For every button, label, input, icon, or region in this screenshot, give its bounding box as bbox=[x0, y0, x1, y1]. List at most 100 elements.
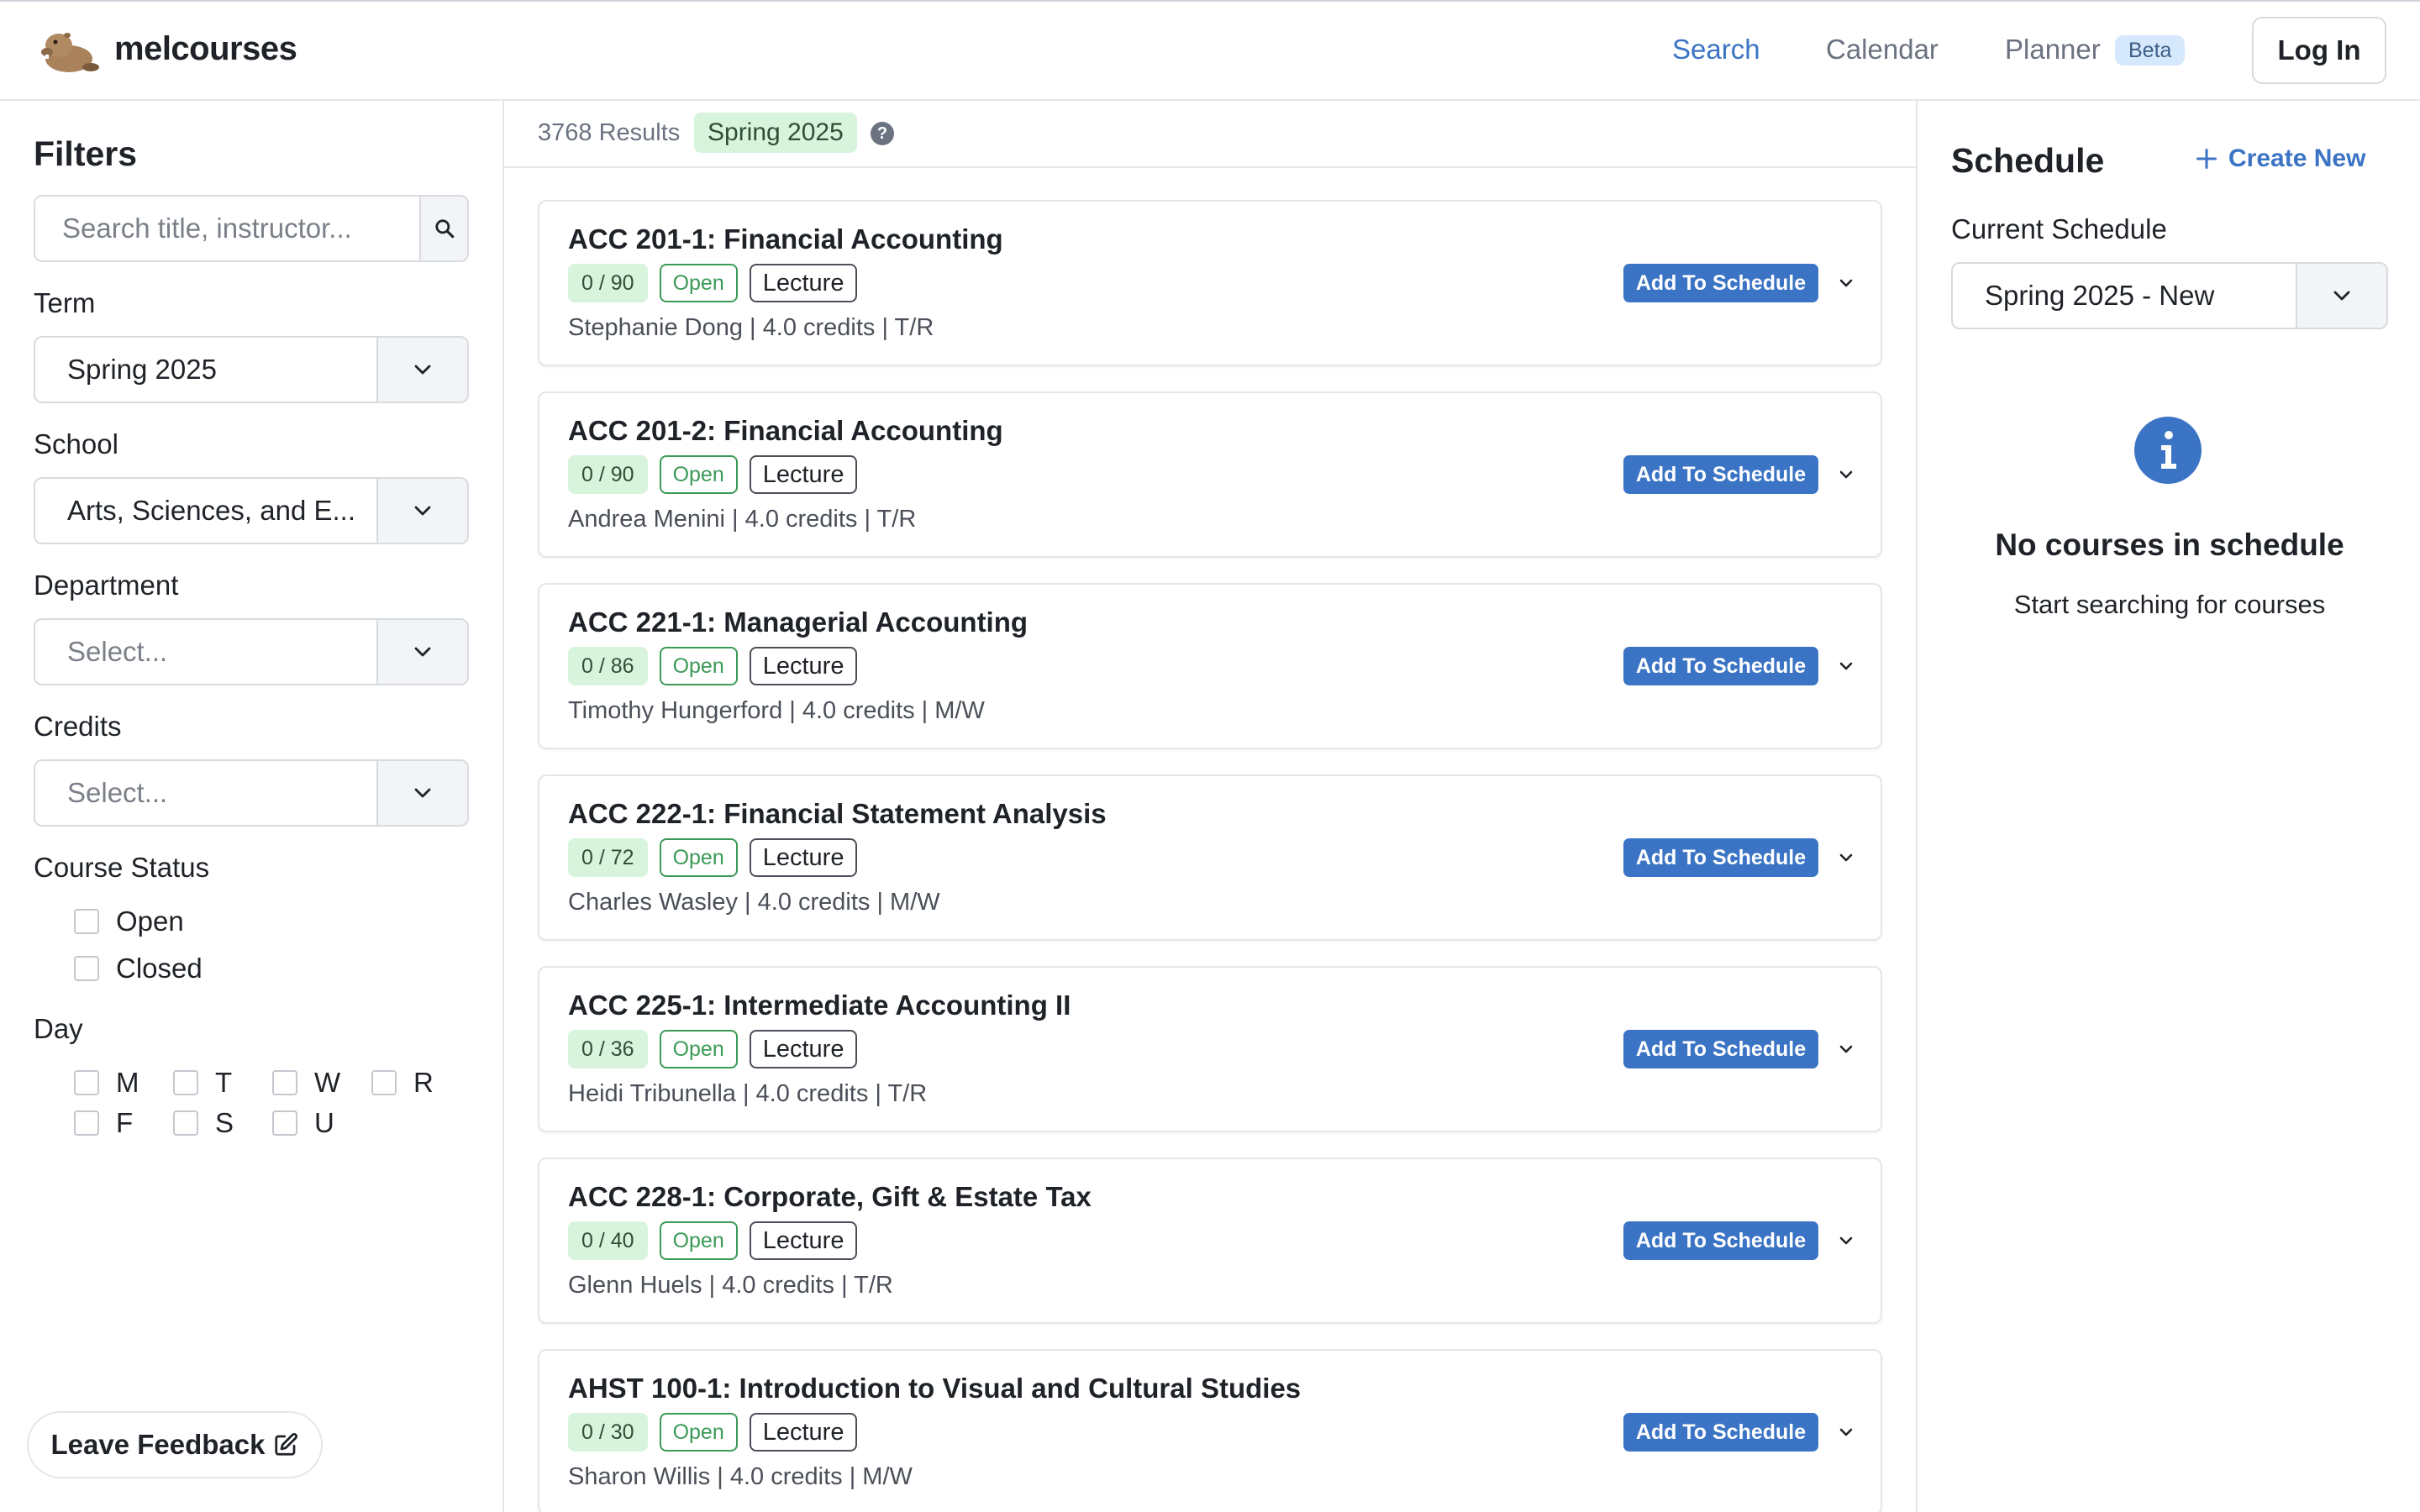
schedule-dropdown-toggle[interactable] bbox=[2296, 264, 2386, 328]
login-button[interactable]: Log In bbox=[2252, 17, 2386, 84]
create-new-schedule-button[interactable]: Create New bbox=[2195, 144, 2365, 173]
chevron-down-icon bbox=[414, 506, 431, 516]
status-open-checkbox[interactable] bbox=[74, 909, 99, 934]
format-badge: Lecture bbox=[749, 838, 858, 877]
chevron-down-icon bbox=[1839, 662, 1853, 670]
course-card[interactable]: ACC 228-1: Corporate, Gift & Estate Tax … bbox=[538, 1158, 1882, 1324]
results-term-badge: Spring 2025 bbox=[694, 113, 857, 153]
day-m-checkbox[interactable] bbox=[74, 1070, 99, 1095]
course-title: ACC 222-1: Financial Statement Analysis bbox=[568, 798, 1107, 829]
add-to-schedule-button[interactable]: Add To Schedule bbox=[1623, 455, 1818, 494]
add-to-schedule-button[interactable]: Add To Schedule bbox=[1623, 838, 1818, 877]
chevron-down-icon bbox=[414, 788, 431, 798]
add-to-schedule-button[interactable]: Add To Schedule bbox=[1623, 1030, 1818, 1068]
search-button[interactable] bbox=[419, 197, 467, 260]
term-select-value: Spring 2025 bbox=[67, 354, 217, 385]
status-badge: Open bbox=[659, 1030, 738, 1068]
day-w-label: W bbox=[314, 1067, 341, 1098]
day-option-s[interactable]: S bbox=[173, 1107, 234, 1139]
expand-course-toggle[interactable] bbox=[1833, 462, 1859, 487]
day-s-checkbox[interactable] bbox=[173, 1110, 198, 1136]
expand-course-toggle[interactable] bbox=[1833, 1228, 1859, 1253]
nav-search[interactable]: Search bbox=[1672, 34, 1760, 66]
course-title: ACC 201-1: Financial Accounting bbox=[568, 223, 1003, 255]
create-new-label: Create New bbox=[2228, 144, 2366, 172]
course-meta: Andrea Menini | 4.0 credits | T/R bbox=[568, 506, 917, 533]
course-meta: Glenn Huels | 4.0 credits | T/R bbox=[568, 1272, 893, 1299]
day-f-checkbox[interactable] bbox=[74, 1110, 99, 1136]
status-open-option[interactable]: Open bbox=[74, 906, 184, 937]
expand-course-toggle[interactable] bbox=[1833, 654, 1859, 679]
course-badges: 0 / 30 Open Lecture bbox=[568, 1413, 858, 1452]
term-label: Term bbox=[34, 287, 96, 318]
expand-course-toggle[interactable] bbox=[1833, 270, 1859, 296]
day-option-r[interactable]: R bbox=[371, 1067, 434, 1099]
edit-icon bbox=[275, 1432, 298, 1456]
seats-badge: 0 / 86 bbox=[568, 647, 648, 685]
course-badges: 0 / 72 Open Lecture bbox=[568, 838, 858, 877]
leave-feedback-button[interactable]: Leave Feedback bbox=[27, 1411, 323, 1478]
info-icon bbox=[2134, 417, 2202, 484]
beaver-logo-icon bbox=[41, 33, 99, 72]
logo[interactable] bbox=[35, 25, 99, 76]
course-badges: 0 / 90 Open Lecture bbox=[568, 264, 858, 302]
day-u-label: U bbox=[314, 1107, 334, 1138]
credits-select[interactable]: Select... bbox=[34, 759, 469, 827]
chevron-down-icon bbox=[1839, 470, 1853, 479]
school-select[interactable]: Arts, Sciences, and E... bbox=[34, 477, 469, 544]
format-badge: Lecture bbox=[749, 1030, 858, 1068]
department-select[interactable]: Select... bbox=[34, 618, 469, 685]
term-dropdown-toggle[interactable] bbox=[376, 338, 467, 402]
course-title: ACC 221-1: Managerial Accounting bbox=[568, 606, 1028, 638]
info-glyph-icon bbox=[2161, 431, 2176, 469]
course-card[interactable]: ACC 221-1: Managerial Accounting 0 / 86 … bbox=[538, 583, 1882, 749]
course-card[interactable]: ACC 201-1: Financial Accounting 0 / 90 O… bbox=[538, 200, 1882, 366]
day-u-checkbox[interactable] bbox=[272, 1110, 297, 1136]
expand-course-toggle[interactable] bbox=[1833, 1037, 1859, 1062]
course-status-label: Course Status bbox=[34, 852, 210, 883]
current-schedule-select[interactable]: Spring 2025 - New bbox=[1951, 262, 2388, 329]
day-option-m[interactable]: M bbox=[74, 1067, 139, 1099]
course-meta: Sharon Willis | 4.0 credits | M/W bbox=[568, 1463, 913, 1490]
schedule-panel: Schedule Create New Current Schedule Spr… bbox=[1916, 101, 2420, 1512]
department-dropdown-toggle[interactable] bbox=[376, 620, 467, 684]
search-box bbox=[34, 195, 469, 262]
nav-planner[interactable]: Planner bbox=[2005, 34, 2101, 66]
add-to-schedule-button[interactable]: Add To Schedule bbox=[1623, 264, 1818, 302]
day-t-checkbox[interactable] bbox=[173, 1070, 198, 1095]
format-badge: Lecture bbox=[749, 647, 858, 685]
school-dropdown-toggle[interactable] bbox=[376, 479, 467, 543]
course-card[interactable]: AHST 100-1: Introduction to Visual and C… bbox=[538, 1349, 1882, 1512]
chevron-down-icon bbox=[1839, 1236, 1853, 1245]
day-option-f[interactable]: F bbox=[74, 1107, 133, 1139]
course-title: ACC 228-1: Corporate, Gift & Estate Tax bbox=[568, 1181, 1092, 1212]
day-option-u[interactable]: U bbox=[272, 1107, 334, 1139]
nav-calendar[interactable]: Calendar bbox=[1826, 34, 1939, 66]
add-to-schedule-button[interactable]: Add To Schedule bbox=[1623, 1221, 1818, 1260]
credits-label: Credits bbox=[34, 711, 122, 742]
help-icon[interactable]: ? bbox=[871, 122, 894, 145]
day-option-w[interactable]: W bbox=[272, 1067, 340, 1099]
course-meta: Stephanie Dong | 4.0 credits | T/R bbox=[568, 314, 934, 341]
day-option-t[interactable]: T bbox=[173, 1067, 232, 1099]
brand-name[interactable]: melcourses bbox=[114, 30, 297, 68]
expand-course-toggle[interactable] bbox=[1833, 845, 1859, 870]
add-to-schedule-button[interactable]: Add To Schedule bbox=[1623, 1413, 1818, 1452]
day-m-label: M bbox=[116, 1067, 139, 1098]
add-to-schedule-button[interactable]: Add To Schedule bbox=[1623, 647, 1818, 685]
day-f-label: F bbox=[116, 1107, 134, 1138]
day-r-checkbox[interactable] bbox=[371, 1070, 397, 1095]
status-closed-checkbox[interactable] bbox=[74, 956, 99, 981]
course-card[interactable]: ACC 222-1: Financial Statement Analysis … bbox=[538, 774, 1882, 941]
credits-dropdown-toggle[interactable] bbox=[376, 761, 467, 825]
beta-badge: Beta bbox=[2115, 35, 2186, 66]
results-count: 3768 Results bbox=[538, 119, 681, 146]
term-select[interactable]: Spring 2025 bbox=[34, 336, 469, 403]
course-card[interactable]: ACC 225-1: Intermediate Accounting II 0 … bbox=[538, 966, 1882, 1132]
status-closed-option[interactable]: Closed bbox=[74, 953, 203, 984]
course-card[interactable]: ACC 201-2: Financial Accounting 0 / 90 O… bbox=[538, 391, 1882, 558]
day-w-checkbox[interactable] bbox=[272, 1070, 297, 1095]
expand-course-toggle[interactable] bbox=[1833, 1420, 1859, 1445]
search-input[interactable] bbox=[35, 197, 419, 260]
course-meta: Heidi Tribunella | 4.0 credits | T/R bbox=[568, 1080, 928, 1107]
